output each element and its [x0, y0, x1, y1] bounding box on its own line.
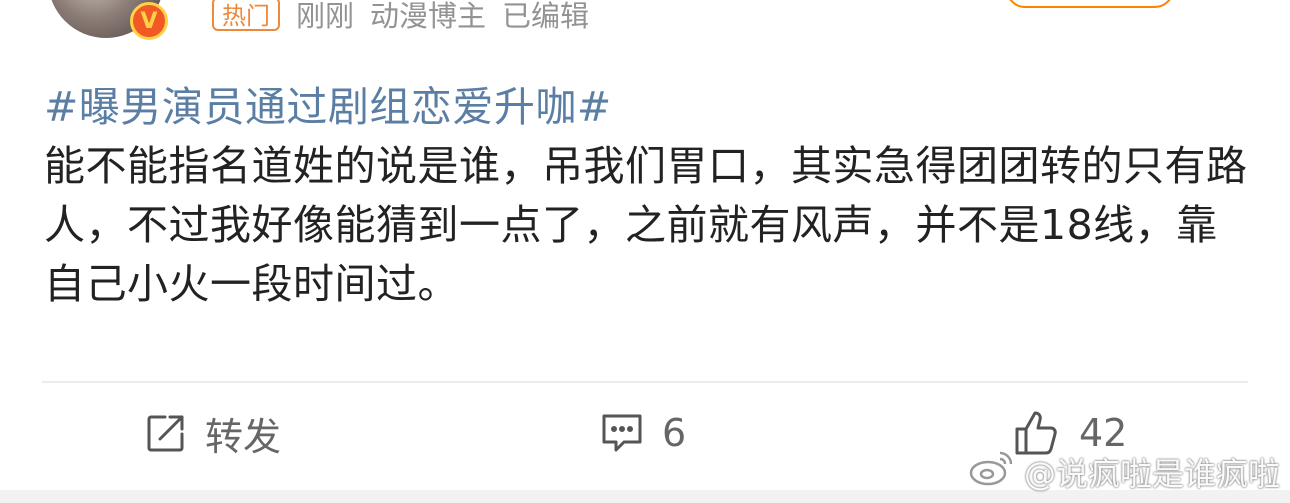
- post-time: 刚刚: [296, 0, 355, 33]
- comment-icon: [600, 412, 644, 454]
- repost-icon: [145, 412, 187, 454]
- verified-badge: V: [130, 2, 168, 40]
- post-text: 能不能指名道姓的说是谁，吊我们胃口，其实急得团团转的只有路人，不过我好像能猜到一…: [44, 142, 1248, 308]
- watermark: @说疯啦是谁疯啦: [968, 450, 1280, 494]
- watermark-text: @说疯啦是谁疯啦: [1023, 455, 1280, 493]
- comment-count: 6: [662, 411, 687, 455]
- hot-badge: 热门: [212, 0, 280, 31]
- author-tag: 动漫博主: [370, 0, 487, 33]
- repost-label: 转发: [205, 414, 282, 459]
- hashtag-link[interactable]: #曝男演员通过剧组恋爱升咖#: [44, 78, 1254, 137]
- divider: [42, 381, 1248, 383]
- verified-mark: V: [140, 8, 158, 34]
- follow-button[interactable]: [1006, 0, 1174, 8]
- comment-button[interactable]: 6: [600, 408, 686, 458]
- repost-button[interactable]: 转发: [145, 408, 282, 459]
- post-meta: 热门 刚刚 动漫博主 已编辑: [212, 0, 589, 36]
- post-body: #曝男演员通过剧组恋爱升咖# 能不能指名道姓的说是谁，吊我们胃口，其实急得团团转…: [44, 78, 1254, 314]
- weibo-logo-icon: [968, 449, 1016, 495]
- edited-label: 已编辑: [502, 0, 590, 33]
